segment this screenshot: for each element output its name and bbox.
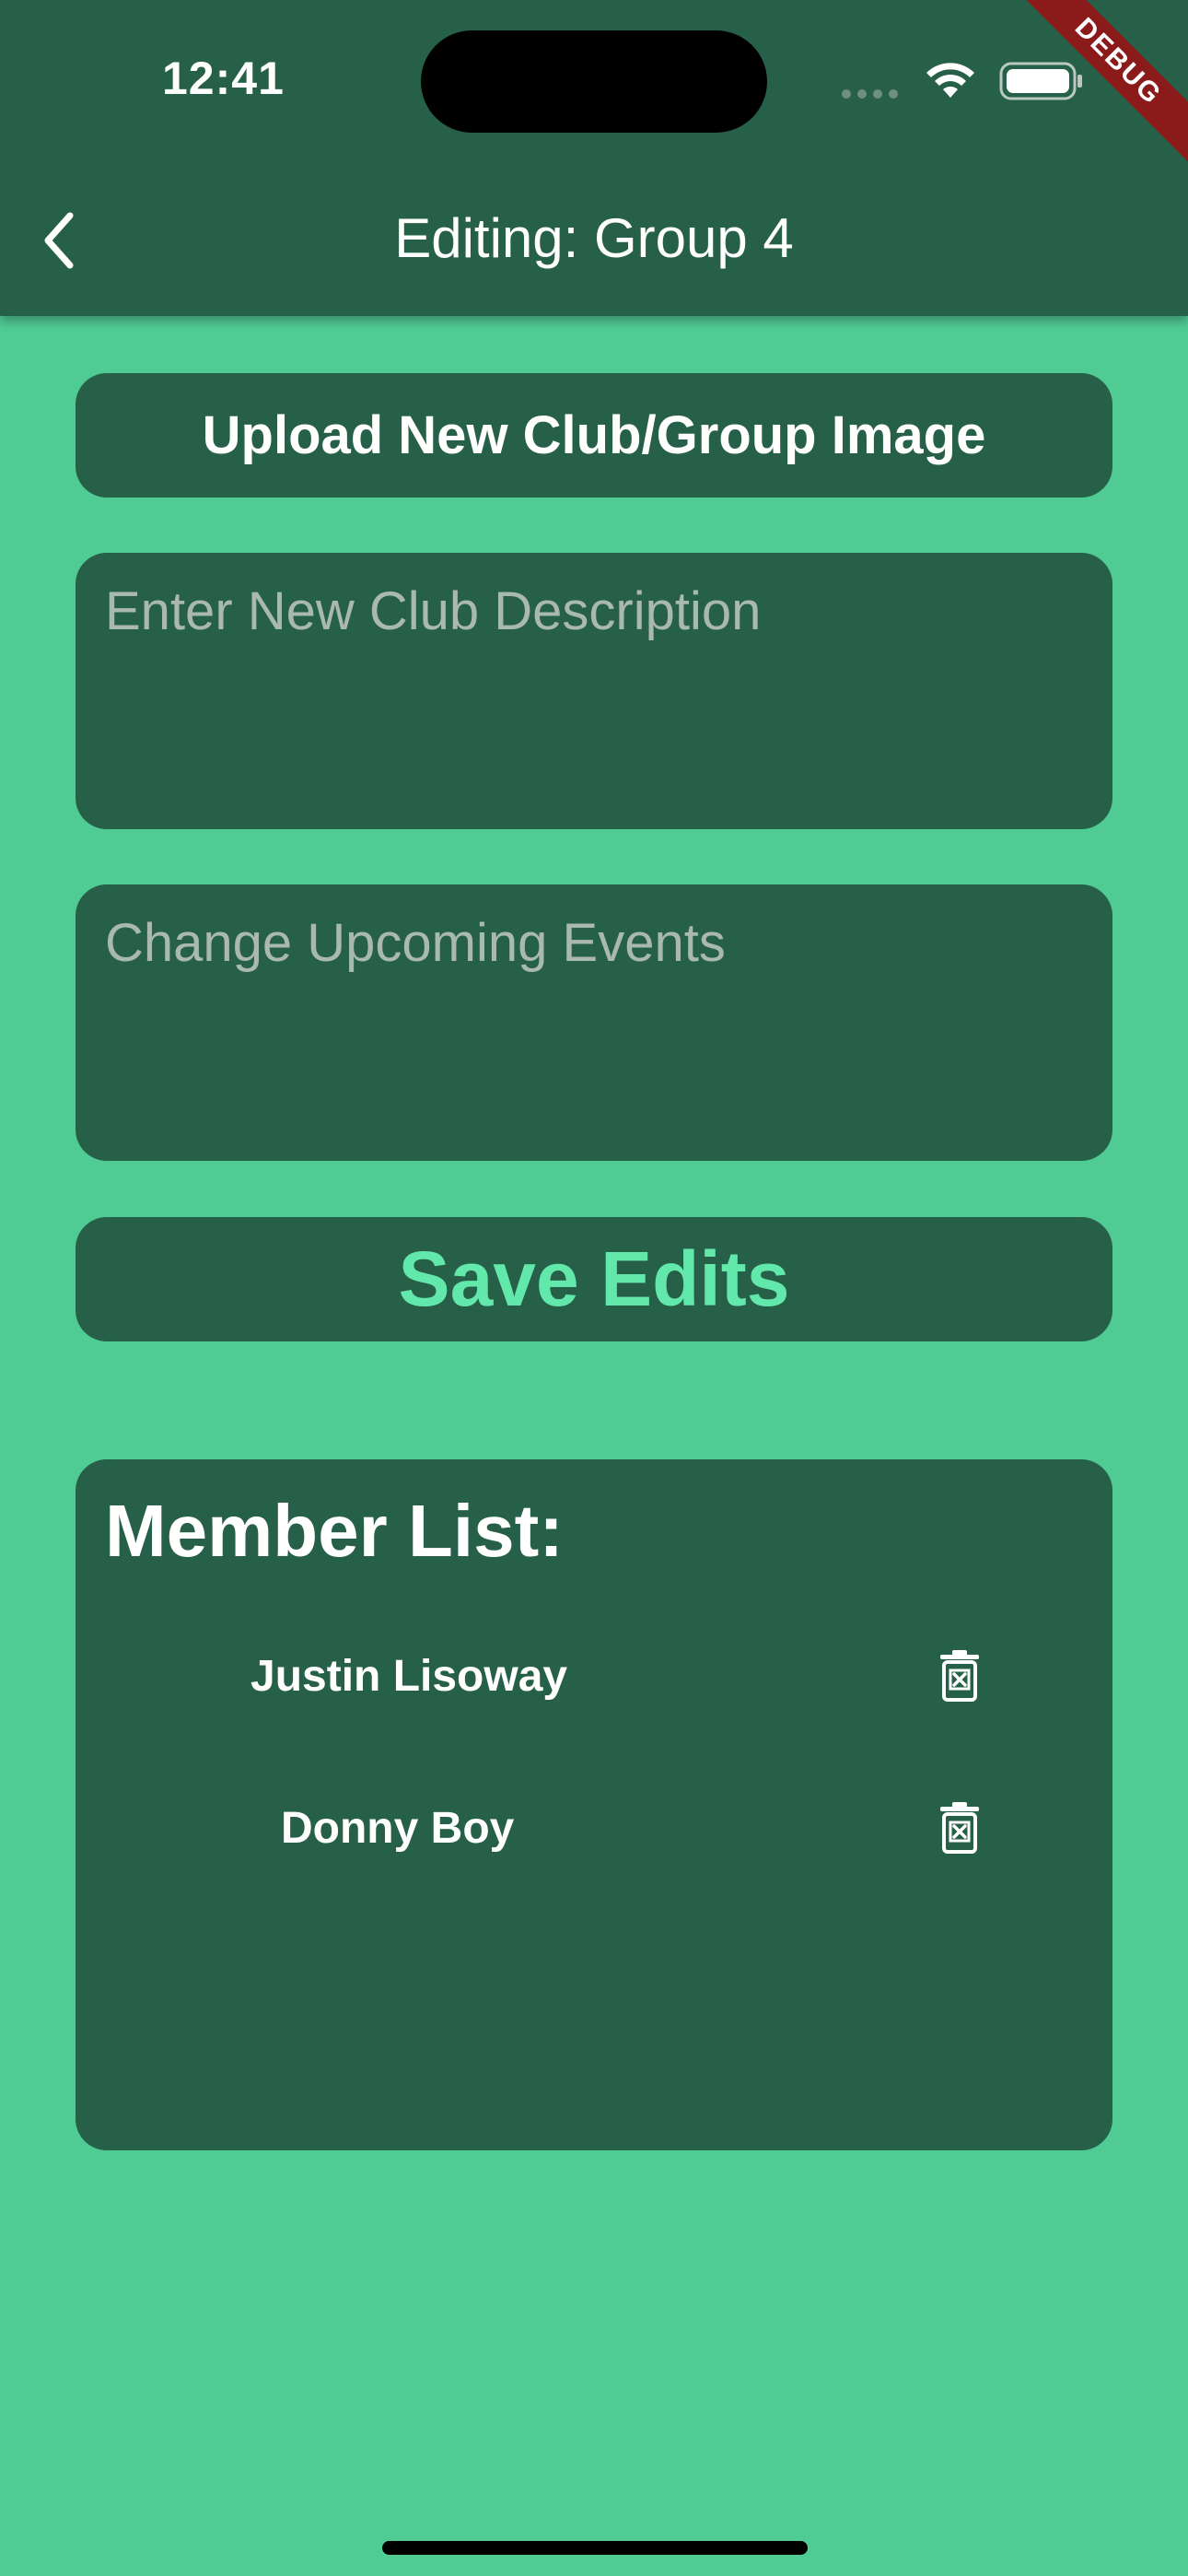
member-name: Justin Lisoway bbox=[250, 1652, 568, 1701]
debug-banner-label: DEBUG bbox=[1013, 0, 1188, 169]
debug-banner: DEBUG bbox=[1013, 0, 1188, 175]
member-list-card: Member List: Justin Lisoway Donny Boy bbox=[76, 1459, 1112, 2150]
trash-x-icon[interactable] bbox=[938, 1801, 981, 1855]
wifi-icon bbox=[926, 63, 974, 98]
upcoming-events-placeholder: Change Upcoming Events bbox=[105, 913, 726, 973]
member-name: Donny Boy bbox=[281, 1804, 515, 1853]
cellular-signal-icon bbox=[842, 87, 904, 103]
save-edits-button[interactable]: Save Edits bbox=[76, 1217, 1112, 1341]
club-description-input[interactable]: Enter New Club Description bbox=[76, 553, 1112, 829]
app-bar: 12:41 Editing: Group 4 bbox=[0, 0, 1188, 316]
dynamic-island bbox=[421, 30, 767, 133]
upcoming-events-input[interactable]: Change Upcoming Events bbox=[76, 884, 1112, 1161]
status-time: 12:41 bbox=[162, 53, 285, 104]
club-description-placeholder: Enter New Club Description bbox=[105, 581, 762, 641]
trash-x-icon[interactable] bbox=[938, 1649, 981, 1703]
upload-image-button[interactable]: Upload New Club/Group Image bbox=[76, 373, 1112, 498]
page-title: Editing: Group 4 bbox=[394, 207, 794, 269]
home-indicator bbox=[382, 2541, 808, 2555]
member-list-title: Member List: bbox=[105, 1490, 564, 1572]
